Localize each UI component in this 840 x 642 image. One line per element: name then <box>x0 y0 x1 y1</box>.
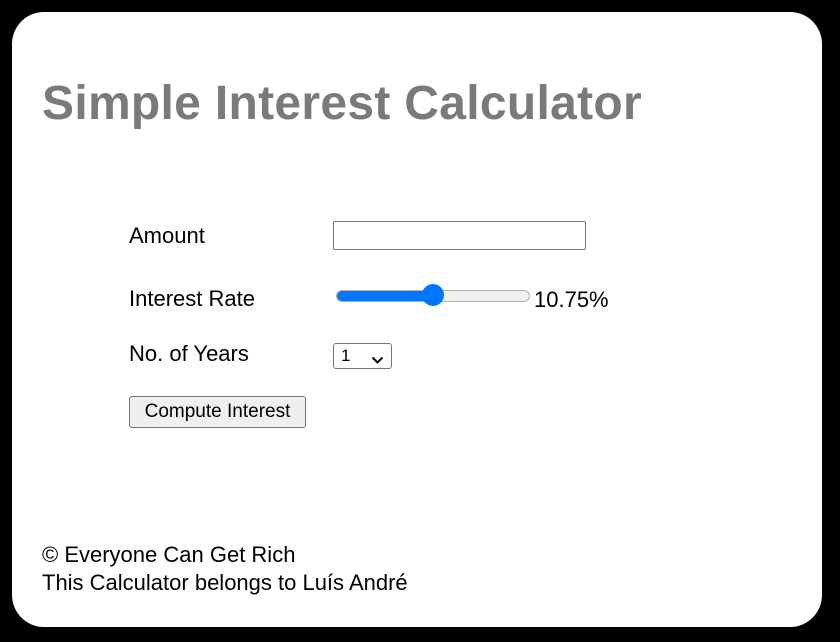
years-label: No. of Years <box>129 341 249 366</box>
calculator-card: Simple Interest Calculator Amount Intere… <box>12 12 822 627</box>
compute-interest-button[interactable]: Compute Interest <box>129 396 306 428</box>
chevron-down-icon <box>371 352 384 370</box>
interest-rate-slider[interactable] <box>336 284 530 306</box>
years-selected-value: 1 <box>341 346 351 365</box>
interest-rate-label: Interest Rate <box>129 286 255 311</box>
page-title: Simple Interest Calculator <box>42 77 642 130</box>
years-select[interactable]: 1 <box>333 343 392 369</box>
amount-label: Amount <box>129 223 205 248</box>
interest-rate-value: 10.75% <box>534 287 609 312</box>
owner-text: This Calculator belongs to Luís André <box>42 570 408 595</box>
slider-thumb[interactable] <box>422 284 444 306</box>
slider-fill <box>337 291 433 301</box>
amount-input[interactable] <box>333 221 586 250</box>
copyright-text: © Everyone Can Get Rich <box>42 542 296 567</box>
